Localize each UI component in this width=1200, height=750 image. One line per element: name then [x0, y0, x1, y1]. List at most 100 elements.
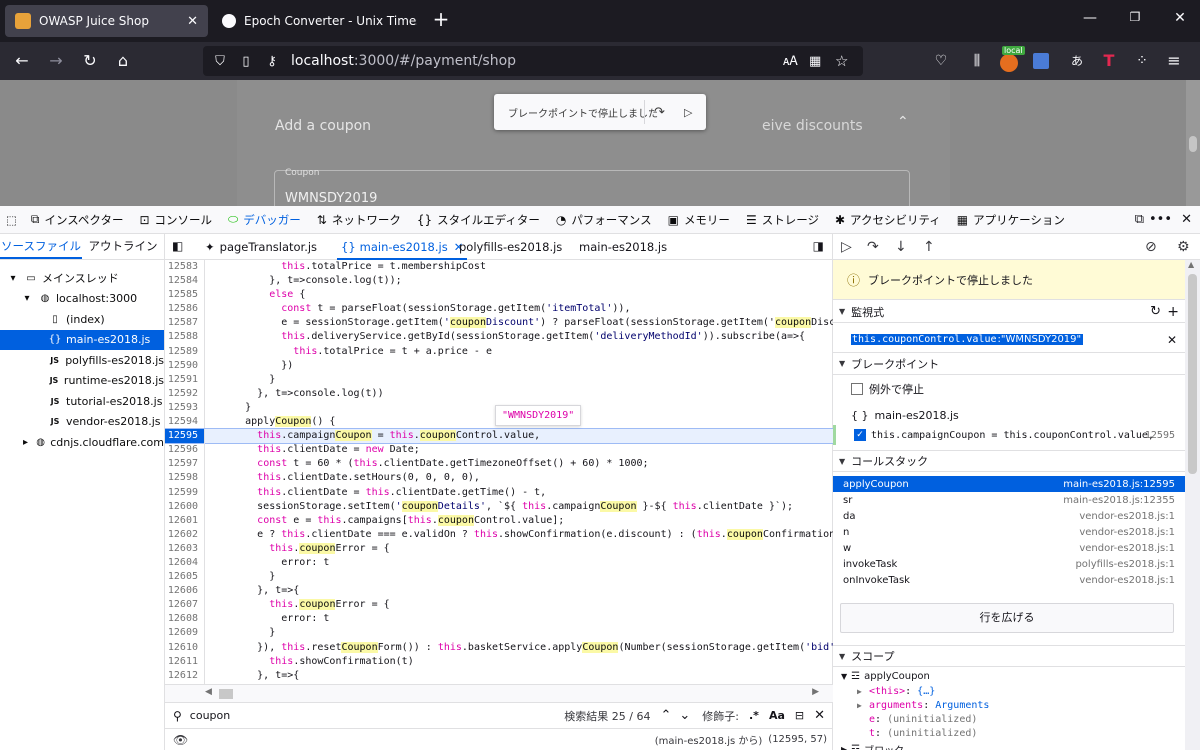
tool-accessibility[interactable]: ✱ アクセシビリティ — [827, 206, 949, 234]
tree-item-main-es2018[interactable]: {} main-es2018.js — [0, 329, 164, 350]
restore-icon[interactable]: ❐ — [1125, 10, 1145, 24]
tool-application[interactable]: ▦ アプリケーション — [949, 206, 1073, 234]
tool-console[interactable]: ⊡ コンソール — [131, 206, 220, 234]
extensions-icon[interactable]: ⁘ — [1132, 51, 1152, 71]
remove-watch-icon[interactable]: ✕ — [1167, 333, 1177, 347]
window-close-icon[interactable]: ✕ — [1170, 10, 1190, 26]
coupon-field[interactable]: Coupon WMNSDY2019 — [274, 168, 910, 206]
line-number[interactable]: 12602 — [165, 527, 205, 542]
code-line[interactable]: 12607 this.couponError = { — [165, 598, 833, 613]
sidebar-scroll-thumb[interactable] — [1188, 274, 1197, 474]
japanese-extension-icon[interactable]: あ — [1067, 51, 1087, 71]
code-line[interactable]: 12583 this.totalPrice = t.membershipCost — [165, 260, 833, 275]
line-number[interactable]: 12606 — [165, 584, 205, 599]
watch-header[interactable]: ▼ 監視式 ↻ + — [833, 301, 1185, 323]
more-options-icon[interactable]: ••• — [1149, 212, 1172, 227]
toggle-sidebar-icon[interactable]: ◨ — [813, 239, 824, 253]
line-number[interactable]: 12596 — [165, 443, 205, 458]
page-scroll-thumb[interactable] — [1189, 136, 1197, 152]
new-tab-icon[interactable]: + — [431, 7, 451, 31]
breakpoint-checkbox[interactable]: ✓ — [854, 429, 866, 441]
line-number[interactable]: 12604 — [165, 555, 205, 571]
add-watch-icon[interactable]: + — [1167, 304, 1179, 320]
resume-icon[interactable]: ▷ — [684, 106, 692, 119]
line-number[interactable]: 12601 — [165, 513, 205, 528]
step-over-icon[interactable]: ↷ — [867, 239, 879, 255]
line-number[interactable]: 12589 — [165, 344, 205, 359]
line-number[interactable]: 12610 — [165, 640, 205, 655]
call-stack-frame[interactable]: applyCoupon main-es2018.js:12595 — [833, 476, 1185, 492]
scope-function[interactable]: ▼ ☲ applyCoupon — [841, 671, 930, 682]
step-over-icon[interactable]: ↷ — [654, 105, 665, 120]
sidebar-scrollbar[interactable]: ▲ — [1185, 260, 1200, 750]
back-icon[interactable]: ← — [11, 50, 33, 72]
shield-icon[interactable]: ⛉ — [211, 54, 229, 69]
call-stack-frame[interactable]: da vendor-es2018.js:1 — [833, 508, 1185, 524]
call-stack-frame[interactable]: onInvokeTask vendor-es2018.js:1 — [833, 572, 1185, 588]
menu-icon[interactable]: ≡ — [1164, 51, 1184, 71]
code-line[interactable]: 12589 this.totalPrice = t + a.price - e — [165, 344, 833, 359]
call-stack-frame[interactable]: w vendor-es2018.js:1 — [833, 540, 1185, 556]
grid-icon[interactable]: ▦ — [809, 54, 821, 69]
line-number[interactable]: 12587 — [165, 316, 205, 331]
tree-item-vendor[interactable]: JS vendor-es2018.js — [0, 412, 164, 433]
pause-on-exceptions[interactable]: 例外で停止 — [851, 381, 924, 397]
prev-result-icon[interactable]: ⌃ — [660, 708, 671, 723]
tree-item-main-thread[interactable]: ▾ ▭ メインスレッド — [0, 268, 164, 289]
editor-tab-main-es2018-2[interactable]: main-es2018.js — [579, 234, 667, 260]
translate-extension-icon[interactable] — [1033, 53, 1049, 69]
scope-header[interactable]: ▼ スコープ — [833, 645, 1185, 667]
code-line[interactable]: 12591 } — [165, 372, 833, 387]
url-bar[interactable]: ⛉ ▯ ⚷ localhost :3000/#/payment/shop 🗚 ▦… — [203, 46, 863, 76]
step-out-icon[interactable]: ↑ — [923, 239, 935, 255]
line-number[interactable]: 12590 — [165, 358, 205, 373]
code-line[interactable]: 12611 this.showConfirmation(t) — [165, 654, 833, 669]
page-scrollbar[interactable] — [1186, 80, 1200, 206]
line-number[interactable]: 12586 — [165, 302, 205, 317]
call-stack-frame[interactable]: invokeTask polyfills-es2018.js:1 — [833, 556, 1185, 572]
horizontal-scrollbar[interactable]: ◀ ▶ — [165, 684, 833, 702]
line-number[interactable]: 12603 — [165, 541, 205, 556]
call-stack-frame[interactable]: sr main-es2018.js:12355 — [833, 492, 1185, 508]
library-icon[interactable]: ⫼ — [967, 51, 987, 71]
code-line[interactable]: 12598 this.clientDate.setHours(0, 0, 0, … — [165, 471, 833, 486]
watch-expression-row[interactable]: this.couponControl.value: "WMNSDY2019" ✕ — [833, 327, 1185, 353]
key-icon[interactable]: ⚷ — [263, 54, 281, 69]
line-number[interactable]: 12583 — [165, 260, 205, 275]
home-icon[interactable]: ⌂ — [112, 50, 134, 72]
eye-icon[interactable]: 👁 — [173, 733, 188, 747]
translate-icon[interactable]: 🗚 — [783, 54, 798, 69]
scroll-left-icon[interactable]: ◀ — [205, 687, 212, 697]
line-number[interactable]: 12597 — [165, 457, 205, 472]
scroll-right-icon[interactable]: ▶ — [812, 687, 819, 697]
line-number[interactable]: 12584 — [165, 274, 205, 289]
scope-variable[interactable]: e: (uninitialized) — [857, 714, 977, 725]
code-line[interactable]: 12590 }) — [165, 358, 833, 373]
scope-variable[interactable]: ▶ <this>: {…} — [857, 686, 935, 697]
expand-rows-button[interactable]: 行を広げる — [840, 603, 1174, 633]
dock-icon[interactable]: ⧉ — [1135, 212, 1144, 227]
scroll-up-icon[interactable]: ▲ — [1188, 260, 1194, 269]
browser-tab-juice-shop[interactable]: OWASP Juice Shop ✕ — [5, 5, 208, 37]
tree-item-runtime[interactable]: JS runtime-es2018.js — [0, 371, 164, 392]
code-view[interactable]: 12583 this.totalPrice = t.membershipCost… — [165, 260, 833, 684]
tree-item-tutorial[interactable]: JS tutorial-es2018.js — [0, 391, 164, 412]
scope-variable[interactable]: t: (uninitialized) — [857, 728, 977, 739]
chevron-up-icon[interactable]: ⌃ — [897, 114, 909, 130]
reload-icon[interactable]: ↻ — [79, 50, 101, 72]
line-number[interactable]: 12594 — [165, 415, 205, 430]
code-line[interactable]: 12587 e = sessionStorage.getItem('coupon… — [165, 316, 833, 331]
tool-performance[interactable]: ◔ パフォーマンス — [548, 206, 660, 234]
code-line[interactable]: 12595 this.campaignCoupon = this.couponC… — [165, 428, 833, 445]
breakpoint-file[interactable]: { } main-es2018.js — [851, 409, 959, 422]
toggle-sources-icon[interactable]: ◧ — [172, 239, 183, 253]
code-line[interactable]: 12603 this.couponError = { — [165, 541, 833, 556]
line-number[interactable]: 12595 — [165, 429, 205, 444]
step-in-icon[interactable]: ↓ — [895, 239, 907, 255]
resume-icon[interactable]: ▷ — [841, 239, 852, 255]
scope-block[interactable]: ▶ ☲ ブロック — [841, 742, 904, 750]
callstack-header[interactable]: ▼ コールスタック — [833, 450, 1185, 472]
minimize-icon[interactable]: — — [1080, 10, 1100, 26]
tool-network[interactable]: ⇅ ネットワーク — [309, 206, 409, 234]
line-number[interactable]: 12599 — [165, 485, 205, 500]
